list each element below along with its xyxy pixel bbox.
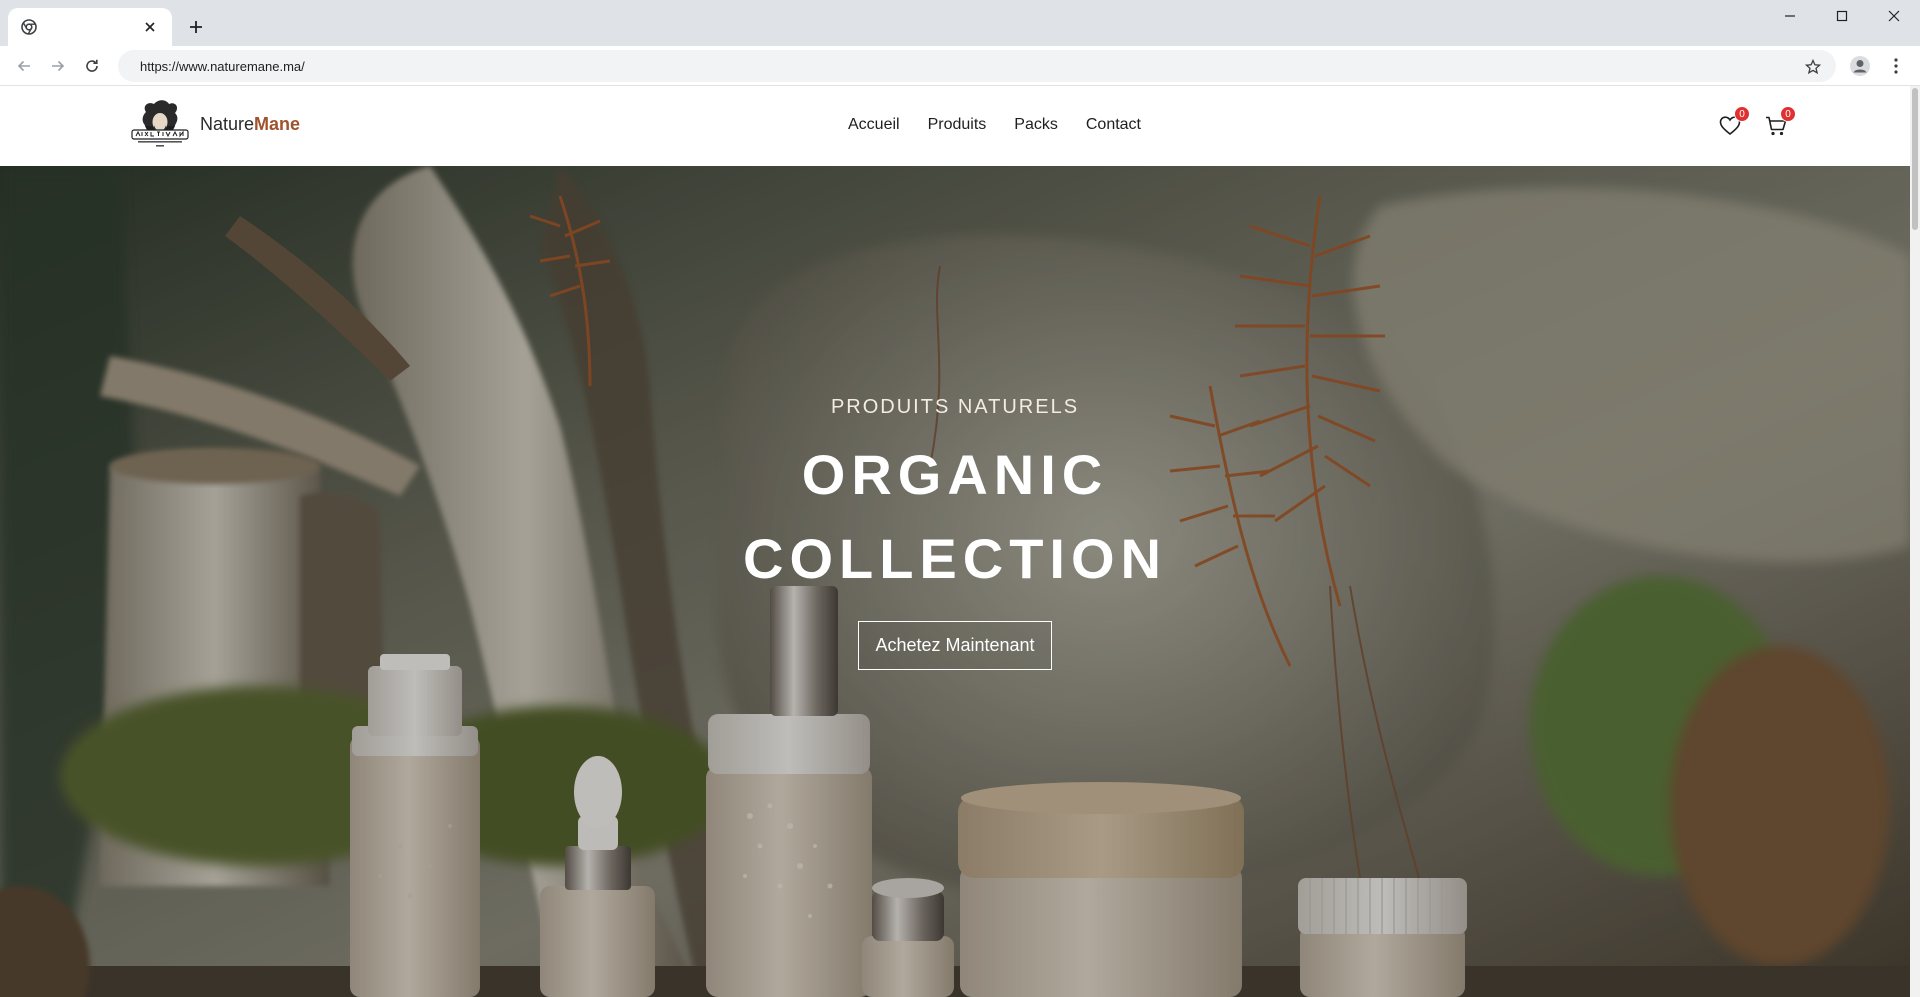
maximize-icon[interactable]	[1816, 0, 1868, 32]
hero-title-line-1: ORGANIC	[801, 443, 1109, 506]
close-icon[interactable]	[140, 17, 160, 37]
wishlist-button[interactable]: 0	[1716, 106, 1750, 140]
brand-first: Nature	[200, 113, 255, 134]
profile-icon[interactable]	[1846, 52, 1874, 80]
browser-tabstrip	[0, 0, 1920, 46]
scrollbar-thumb[interactable]	[1912, 88, 1918, 230]
page-scrollbar[interactable]	[1910, 86, 1920, 997]
main-navigation: Accueil Produits Packs Contact	[848, 116, 1141, 134]
hero-title-line-2: COLLECTION	[743, 527, 1167, 590]
star-icon[interactable]	[1804, 58, 1822, 76]
nav-produits[interactable]: Produits	[928, 116, 987, 134]
hero-content: PRODUITS NATURELS ORGANIC COLLECTION Ach…	[0, 396, 1910, 670]
site-logo[interactable]: NatureMane	[128, 98, 300, 150]
back-arrow-icon[interactable]	[10, 52, 38, 80]
nav-packs[interactable]: Packs	[1014, 116, 1058, 134]
page-viewport: NatureMane Accueil Produits Packs Contac…	[0, 86, 1910, 997]
nav-contact[interactable]: Contact	[1086, 116, 1141, 134]
more-vertical-icon[interactable]	[1882, 52, 1910, 80]
nav-accueil[interactable]: Accueil	[848, 116, 900, 134]
hero-title: ORGANIC COLLECTION	[0, 433, 1910, 601]
brand-second: Mane	[254, 113, 301, 134]
address-bar[interactable]: https://www.naturemane.ma/	[118, 50, 1836, 82]
site-header: NatureMane Accueil Produits Packs Contac…	[0, 86, 1910, 166]
url-text: https://www.naturemane.ma/	[140, 58, 305, 74]
brand-name: NatureMane	[200, 114, 300, 135]
header-actions: 0 0	[1716, 106, 1796, 140]
chrome-icon	[20, 18, 38, 36]
window-controls	[1764, 0, 1920, 32]
cart-button[interactable]: 0	[1762, 106, 1796, 140]
minimize-icon[interactable]	[1764, 0, 1816, 32]
wishlist-count-badge: 0	[1734, 106, 1750, 122]
cart-count-badge: 0	[1780, 106, 1796, 122]
hero-banner: PRODUITS NATURELS ORGANIC COLLECTION Ach…	[0, 166, 1910, 997]
shop-now-button[interactable]: Achetez Maintenant	[858, 621, 1052, 670]
logo-emblem-icon	[131, 100, 189, 147]
hero-eyebrow: PRODUITS NATURELS	[830, 396, 1080, 418]
close-window-icon[interactable]	[1868, 0, 1920, 32]
reload-icon[interactable]	[78, 52, 106, 80]
plus-icon[interactable]	[182, 13, 210, 41]
browser-toolbar: https://www.naturemane.ma/	[0, 46, 1920, 86]
browser-tab[interactable]	[8, 8, 172, 46]
forward-arrow-icon[interactable]	[44, 52, 72, 80]
